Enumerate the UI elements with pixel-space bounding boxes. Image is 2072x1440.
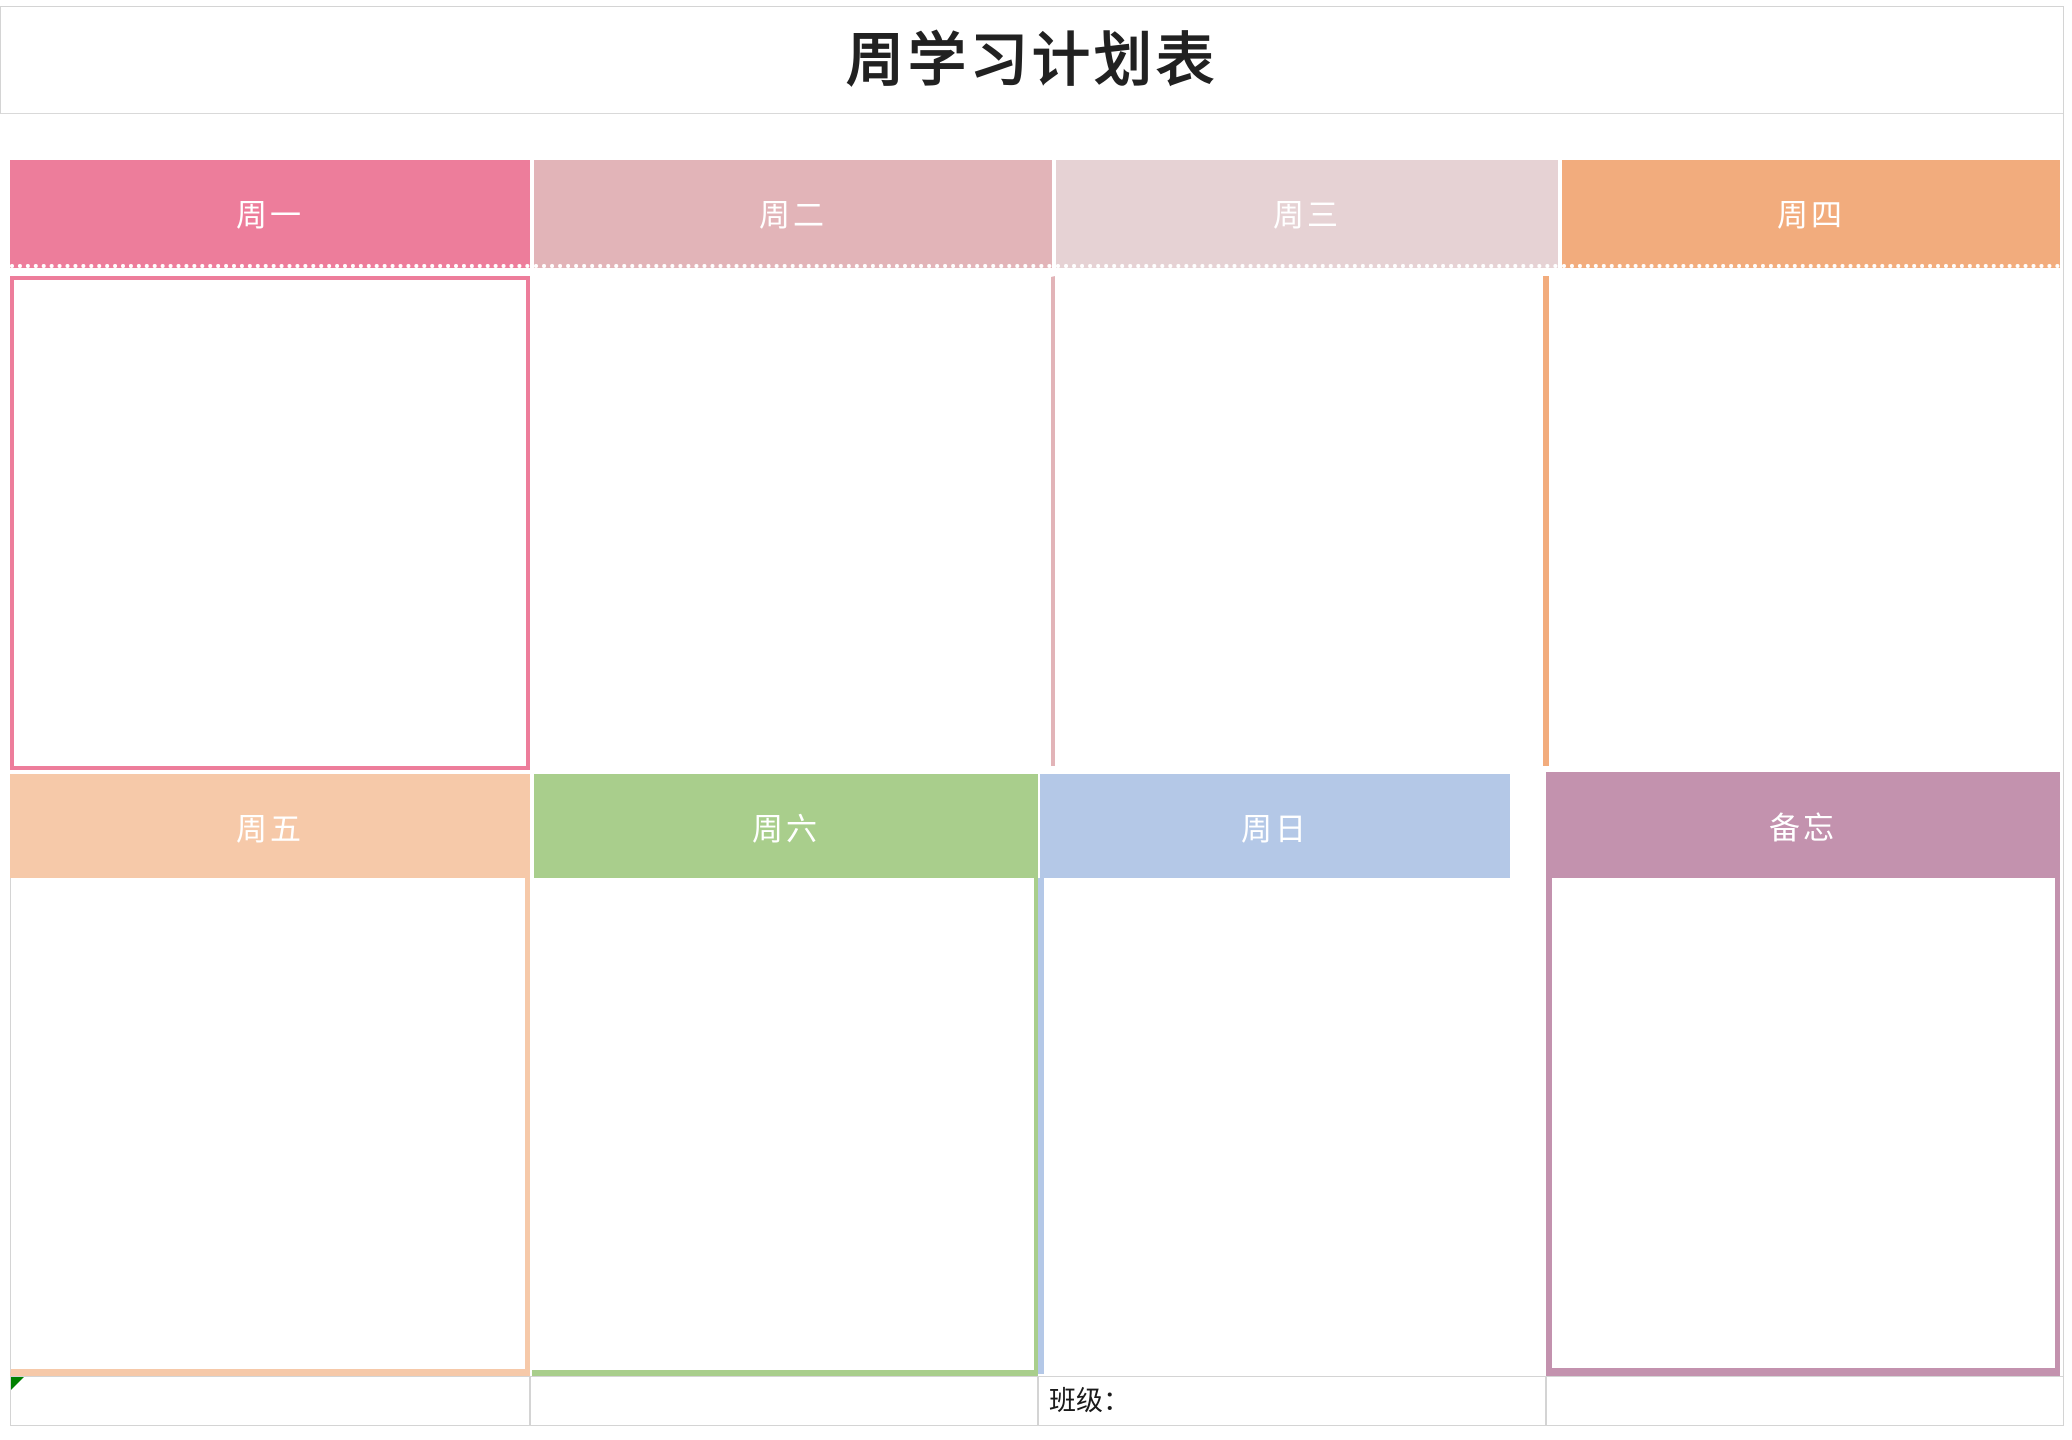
day-header-tuesday-label: 周二 [759, 197, 827, 233]
day-cell-memo[interactable] [1546, 878, 2060, 1376]
day-cell-monday[interactable] [10, 276, 530, 770]
day-cell-friday[interactable] [10, 878, 530, 1376]
day-header-saturday[interactable]: 周六 [534, 774, 1038, 878]
title-row: 周学习计划表 [0, 6, 2064, 114]
class-field-label: 班级： [1049, 1385, 1130, 1417]
day-header-tuesday[interactable]: 周二 [534, 160, 1052, 268]
day-cell-tuesday[interactable] [532, 276, 1055, 766]
page-title: 周学习计划表 [845, 26, 1218, 94]
footer-cell-class[interactable]: 班级： [1038, 1376, 1546, 1426]
day-cell-thursday[interactable] [1543, 276, 2060, 766]
day-header-memo[interactable]: 备忘 [1546, 772, 2060, 878]
day-cell-saturday[interactable] [532, 878, 1038, 1376]
day-header-friday-label: 周五 [236, 811, 304, 847]
day-header-thursday-label: 周四 [1777, 197, 1845, 233]
day-header-saturday-label: 周六 [752, 811, 820, 847]
footer-cell-2[interactable] [530, 1376, 1038, 1426]
footer-cell-4[interactable] [1546, 1376, 2064, 1426]
day-cell-sunday[interactable] [1038, 878, 1544, 1374]
footer-cell-1[interactable] [10, 1376, 530, 1426]
day-cell-wednesday[interactable] [1056, 276, 1543, 766]
day-header-wednesday-label: 周三 [1273, 197, 1341, 233]
day-header-memo-label: 备忘 [1769, 810, 1837, 846]
day-header-thursday[interactable]: 周四 [1562, 160, 2060, 268]
comment-marker-icon [11, 1377, 24, 1390]
weekly-study-plan-sheet: 周学习计划表 周一 周二 周三 周四 周五 周六 周日 备忘 班级： [0, 0, 2072, 1440]
day-header-wednesday[interactable]: 周三 [1056, 160, 1558, 268]
day-header-monday-label: 周一 [236, 197, 304, 233]
sheet-right-edge [2063, 6, 2064, 1403]
day-header-friday[interactable]: 周五 [10, 774, 530, 878]
day-header-sunday[interactable]: 周日 [1040, 774, 1510, 878]
day-header-sunday-label: 周日 [1241, 811, 1309, 847]
day-header-monday[interactable]: 周一 [10, 160, 530, 268]
